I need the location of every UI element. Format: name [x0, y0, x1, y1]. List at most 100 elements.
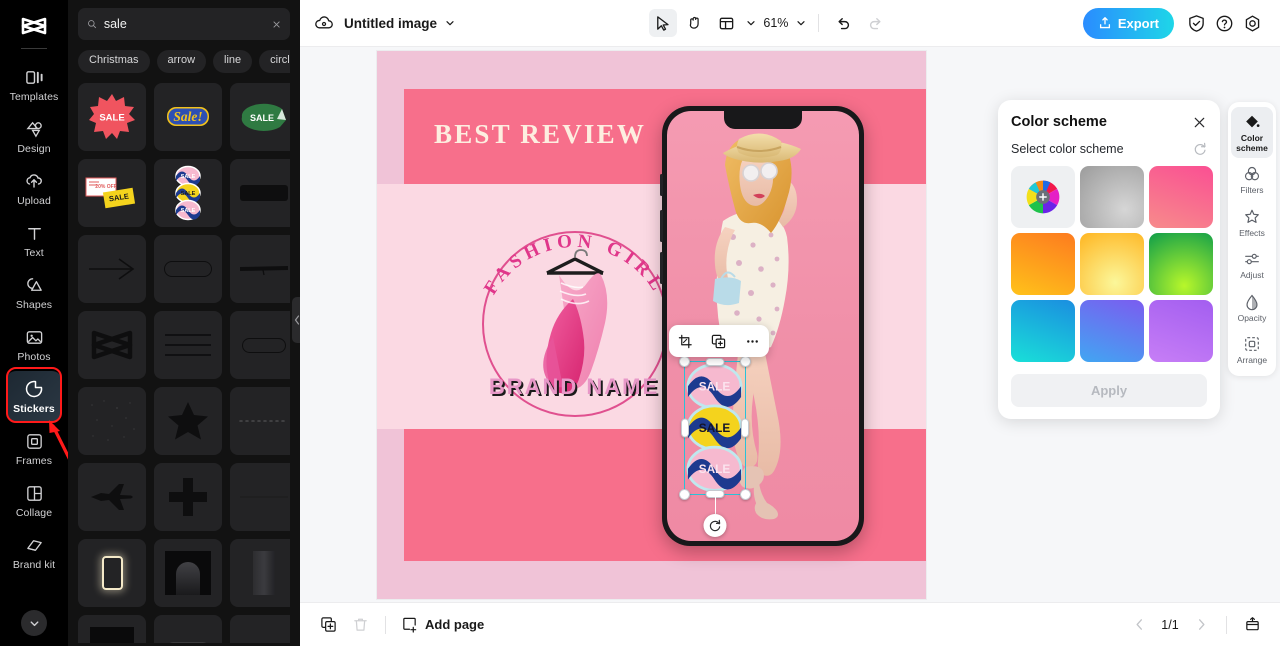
headline-text[interactable]: BEST REVIEW: [434, 119, 646, 150]
swatch-yellow[interactable]: [1080, 233, 1144, 295]
select-tool-button[interactable]: [648, 9, 677, 37]
apply-button[interactable]: Apply: [1011, 374, 1207, 407]
right-item-effects[interactable]: Effects: [1231, 202, 1273, 244]
cloud-save-icon[interactable]: [314, 13, 335, 34]
sticker-arrow-line[interactable]: [78, 235, 146, 303]
title-chevron-down-icon[interactable]: [444, 17, 456, 29]
close-icon[interactable]: [272, 18, 281, 31]
sticker-capcut-bowtie[interactable]: [78, 311, 146, 379]
sticker-vertical-gradient-bar[interactable]: [230, 539, 290, 607]
present-button[interactable]: [1238, 611, 1266, 639]
sticker-black-bar-with-dots[interactable]: [230, 615, 290, 643]
resize-handle-right[interactable]: [741, 418, 749, 438]
swatch-orange[interactable]: [1011, 233, 1075, 295]
sticker-triple-lines[interactable]: [154, 311, 222, 379]
more-options-button[interactable]: [740, 329, 764, 353]
sidebar-item-collage[interactable]: Collage: [6, 475, 62, 525]
swatch-blue[interactable]: [1080, 300, 1144, 362]
crop-button[interactable]: [674, 329, 698, 353]
resize-handle-top[interactable]: [705, 358, 725, 366]
sticker-sparkle-texture[interactable]: [78, 387, 146, 455]
resize-handle-bottom-left[interactable]: [679, 489, 690, 500]
tag-chip[interactable]: line: [213, 50, 253, 73]
capcut-logo[interactable]: [16, 14, 52, 40]
canvas-stage[interactable]: BEST REVIEW FASHION GIRL BRAND NAME SALE…: [300, 47, 1280, 602]
sticker-black-rounded-bar[interactable]: [230, 159, 290, 227]
redo-button[interactable]: [862, 9, 890, 37]
right-item-arrange[interactable]: Arrange: [1231, 329, 1273, 371]
sticker-plus-cross[interactable]: [154, 463, 222, 531]
shield-check-button[interactable]: [1182, 9, 1210, 37]
resize-handle-top-right[interactable]: [740, 356, 751, 367]
swatch-cyan[interactable]: [1011, 300, 1075, 362]
sticker-black-square[interactable]: [78, 615, 146, 643]
export-button[interactable]: Export: [1082, 7, 1174, 39]
sticker-sale-stripe-pills[interactable]: SALE SALE SALE: [154, 159, 222, 227]
reset-color-scheme-button[interactable]: [1193, 142, 1207, 156]
layout-tool-button[interactable]: [713, 9, 741, 37]
sticker-black-star[interactable]: [154, 387, 222, 455]
sticker-black-thick-underline[interactable]: [230, 235, 290, 303]
tag-chip[interactable]: circle: [259, 50, 290, 73]
add-page-button[interactable]: Add page: [397, 616, 488, 633]
delete-page-button[interactable]: [346, 611, 374, 639]
sidebar-item-frames[interactable]: Frames: [6, 423, 62, 473]
sticker-sale-starburst-red[interactable]: SALE: [78, 83, 146, 151]
rotate-handle[interactable]: [703, 514, 727, 537]
sidebar-item-shapes[interactable]: Shapes: [6, 267, 62, 317]
sticker-glow-rectangle-frame[interactable]: [78, 539, 146, 607]
swatch-pink[interactable]: [1149, 166, 1213, 228]
right-item-opacity[interactable]: Opacity: [1231, 287, 1273, 329]
prev-page-button[interactable]: [1125, 611, 1153, 639]
sidebar-item-design[interactable]: Design: [6, 111, 62, 161]
resize-handle-left[interactable]: [681, 418, 689, 438]
duplicate-button[interactable]: [707, 329, 731, 353]
right-item-color-scheme[interactable]: Color scheme: [1231, 107, 1273, 158]
sidebar-item-brand-kit[interactable]: Brand kit: [6, 527, 62, 577]
sticker-rounded-outline-pill[interactable]: [154, 235, 222, 303]
sidebar-item-upload[interactable]: Upload: [6, 163, 62, 213]
tag-chip[interactable]: arrow: [156, 50, 207, 73]
zoom-level[interactable]: 61%: [761, 16, 791, 30]
help-button[interactable]: [1210, 9, 1238, 37]
sticker-sale-green-tag[interactable]: SALE: [230, 83, 290, 151]
swatch-green[interactable]: [1149, 233, 1213, 295]
settings-button[interactable]: [1238, 9, 1266, 37]
close-panel-button[interactable]: [1192, 115, 1207, 130]
sticker-sale-script-blue[interactable]: Sale!: [154, 83, 222, 151]
sticker-sale-coupon-tickets[interactable]: 20% OFF SALE: [78, 159, 146, 227]
next-page-button[interactable]: [1187, 611, 1215, 639]
undo-button[interactable]: [830, 9, 858, 37]
tag-chip[interactable]: Christmas: [78, 50, 150, 73]
search-bar[interactable]: [78, 8, 290, 40]
sale-stripe-sticker[interactable]: SALE SALE SALE: [685, 362, 744, 493]
zoom-chevron-down-icon[interactable]: [795, 17, 807, 29]
document-title[interactable]: Untitled image: [344, 16, 437, 31]
sticker-arch-shape[interactable]: [154, 539, 222, 607]
search-input[interactable]: [103, 17, 265, 31]
hand-tool-button[interactable]: [681, 9, 709, 37]
selected-sticker-bounding-box[interactable]: SALE SALE SALE: [679, 356, 751, 537]
swatch-gray[interactable]: [1080, 166, 1144, 228]
sticker-airplane[interactable]: [78, 463, 146, 531]
sidebar-item-templates[interactable]: Templates: [6, 59, 62, 109]
resize-handle-bottom-right[interactable]: [740, 489, 751, 500]
sidebar-item-text[interactable]: Text: [6, 215, 62, 265]
sidebar-item-stickers[interactable]: Stickers: [6, 371, 62, 421]
swatch-purple[interactable]: [1149, 300, 1213, 362]
design-artboard[interactable]: BEST REVIEW FASHION GIRL BRAND NAME SALE…: [377, 51, 926, 599]
resize-handle-top-left[interactable]: [679, 356, 690, 367]
right-item-adjust[interactable]: Adjust: [1231, 244, 1273, 286]
sticker-rounded-outline-pill-3[interactable]: [154, 615, 222, 643]
sidebar-collapse-button[interactable]: [21, 610, 47, 636]
right-item-filters[interactable]: Filters: [1231, 159, 1273, 201]
sticker-thin-line[interactable]: [230, 463, 290, 531]
sticker-rounded-outline-pill-2[interactable]: [230, 311, 290, 379]
sticker-dotted-line[interactable]: [230, 387, 290, 455]
duplicate-page-button[interactable]: [314, 611, 342, 639]
swatch-custom-color-picker[interactable]: [1011, 166, 1075, 228]
phone-mockup[interactable]: SALE SALE SALE: [660, 106, 864, 546]
panel-collapse-handle[interactable]: [292, 297, 300, 343]
layout-chevron-down-icon[interactable]: [745, 17, 757, 29]
sidebar-item-photos[interactable]: Photos: [6, 319, 62, 369]
